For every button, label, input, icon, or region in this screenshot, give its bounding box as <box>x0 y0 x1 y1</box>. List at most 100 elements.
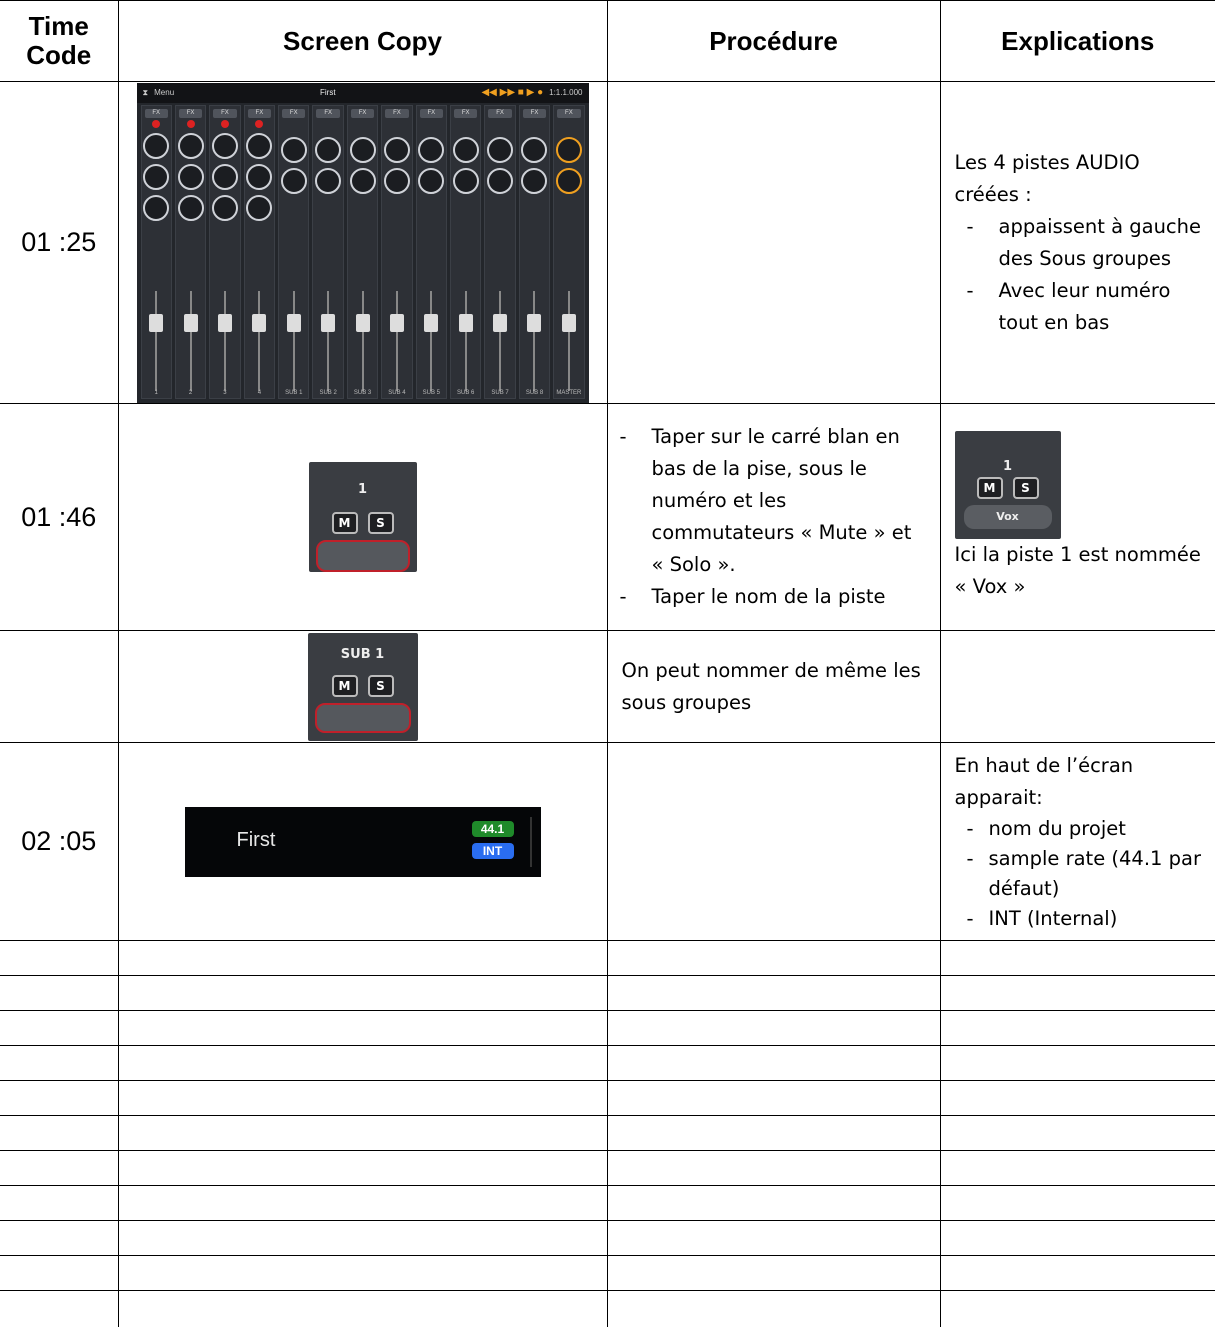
fader-track <box>362 291 364 391</box>
aux1-knob[interactable] <box>212 133 238 159</box>
fx-button[interactable]: FX <box>557 109 580 118</box>
fx-button[interactable]: FX <box>454 109 477 118</box>
fader-handle[interactable] <box>459 314 473 332</box>
channel-strip[interactable]: FXSUB 8 <box>519 105 550 399</box>
channel-strip[interactable]: FXSUB 3 <box>347 105 378 399</box>
channel-strip[interactable]: FXSUB 4 <box>381 105 412 399</box>
aux2-knob[interactable] <box>418 168 444 194</box>
spacer <box>554 120 583 132</box>
fx-button[interactable]: FX <box>282 109 305 118</box>
mute-button[interactable]: M <box>332 675 358 697</box>
fader-handle[interactable] <box>493 314 507 332</box>
aux1-knob[interactable] <box>487 137 513 163</box>
aux1-knob[interactable] <box>246 133 272 159</box>
aux1-knob[interactable] <box>521 137 547 163</box>
fx-button[interactable]: FX <box>213 109 236 118</box>
fader-handle[interactable] <box>321 314 335 332</box>
aux2-knob[interactable] <box>281 168 307 194</box>
aux2-knob[interactable] <box>178 164 204 190</box>
pan-knob[interactable] <box>178 195 204 221</box>
channel-strip[interactable]: FXSUB 1 <box>278 105 309 399</box>
aux1-knob[interactable] <box>418 137 444 163</box>
empty-cell <box>0 1151 118 1186</box>
record-icon[interactable] <box>221 120 229 128</box>
fx-button[interactable]: FX <box>248 109 271 118</box>
fx-button[interactable]: FX <box>488 109 511 118</box>
record-icon[interactable] <box>187 120 195 128</box>
aux1-knob[interactable] <box>556 137 582 163</box>
empty-cell <box>0 1081 118 1116</box>
aux1-knob[interactable] <box>143 133 169 159</box>
mute-button[interactable]: M <box>332 512 358 534</box>
fader-handle[interactable] <box>424 314 438 332</box>
subgroup-buttons: M S <box>308 675 418 697</box>
channel-strip[interactable]: FX2 <box>175 105 206 399</box>
aux2-knob[interactable] <box>453 168 479 194</box>
fader-handle[interactable] <box>184 314 198 332</box>
aux1-knob[interactable] <box>453 137 479 163</box>
fader-handle[interactable] <box>218 314 232 332</box>
empty-cell <box>607 1291 940 1327</box>
aux1-knob[interactable] <box>281 137 307 163</box>
fader-handle[interactable] <box>390 314 404 332</box>
aux1-knob[interactable] <box>178 133 204 159</box>
aux1-knob[interactable] <box>384 137 410 163</box>
fader-handle[interactable] <box>527 314 541 332</box>
fx-button[interactable]: FX <box>179 109 202 118</box>
record-icon[interactable] <box>255 120 263 128</box>
record-icon[interactable] <box>152 120 160 128</box>
fx-button[interactable]: FX <box>316 109 339 118</box>
mute-button[interactable]: M <box>977 477 1003 499</box>
channel-strip[interactable]: FXSUB 2 <box>312 105 343 399</box>
fx-button[interactable]: FX <box>523 109 546 118</box>
channel-strip[interactable]: FX3 <box>209 105 240 399</box>
fx-button[interactable]: FX <box>351 109 374 118</box>
spacer <box>417 120 446 132</box>
fader-handle[interactable] <box>562 314 576 332</box>
aux1-knob[interactable] <box>315 137 341 163</box>
pan-knob[interactable] <box>246 195 272 221</box>
pan-knob[interactable] <box>212 195 238 221</box>
fx-button[interactable]: FX <box>145 109 168 118</box>
fx-button[interactable]: FX <box>420 109 443 118</box>
solo-button[interactable]: S <box>1013 477 1039 499</box>
aux2-knob[interactable] <box>143 164 169 190</box>
fader-handle[interactable] <box>356 314 370 332</box>
fader-handle[interactable] <box>287 314 301 332</box>
empty-cell <box>118 1011 607 1046</box>
fader-track <box>327 291 329 391</box>
fader-handle[interactable] <box>252 314 266 332</box>
aux2-knob[interactable] <box>212 164 238 190</box>
fader-handle[interactable] <box>149 314 163 332</box>
empty-cell <box>118 1221 607 1256</box>
aux2-knob[interactable] <box>350 168 376 194</box>
channel-strip[interactable]: FXSUB 5 <box>416 105 447 399</box>
aux2-knob[interactable] <box>487 168 513 194</box>
channel-strip[interactable]: FXMASTER <box>553 105 584 399</box>
aux2-knob[interactable] <box>246 164 272 190</box>
fx-button[interactable]: FX <box>385 109 408 118</box>
table-row: 01 :46 1 M S Taper sur le carré blan en … <box>0 404 1215 631</box>
channel-strip[interactable]: FXSUB 7 <box>484 105 515 399</box>
solo-button[interactable]: S <box>368 512 394 534</box>
aux2-knob[interactable] <box>315 168 341 194</box>
aux2-knob[interactable] <box>384 168 410 194</box>
aux1-knob[interactable] <box>350 137 376 163</box>
table-row: 01 :25 ⧗ Menu First ◀◀ ▶▶ ■ ▶ ● 1:1.1.00… <box>0 82 1215 404</box>
procedure-list: Taper sur le carré blan en bas de la pis… <box>608 421 940 613</box>
subgroup-name-field[interactable] <box>315 703 411 733</box>
empty-cell <box>607 941 940 976</box>
empty-cell <box>607 1081 940 1116</box>
aux2-knob[interactable] <box>556 168 582 194</box>
empty-cell <box>607 976 940 1011</box>
pan-knob[interactable] <box>143 195 169 221</box>
solo-button[interactable]: S <box>368 675 394 697</box>
procedure-cell: Taper sur le carré blan en bas de la pis… <box>607 404 940 631</box>
aux2-knob[interactable] <box>521 168 547 194</box>
track-name-field[interactable] <box>316 540 410 572</box>
channel-strip[interactable]: FXSUB 6 <box>450 105 481 399</box>
track-name-field[interactable]: Vox <box>964 505 1052 529</box>
channel-strip[interactable]: FX4 <box>244 105 275 399</box>
empty-cell <box>0 1256 118 1291</box>
channel-strip[interactable]: FX1 <box>141 105 172 399</box>
